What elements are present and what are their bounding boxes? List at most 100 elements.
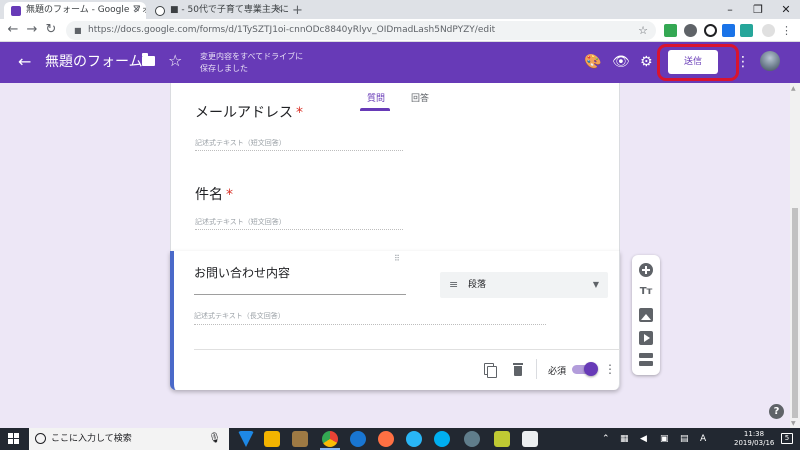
question-more-icon[interactable]: ⋮ [604,361,616,377]
palette-icon[interactable]: 🎨 [584,52,601,72]
chrome-menu-icon[interactable]: ⋮ [781,24,792,37]
extension-icon[interactable] [740,24,753,37]
taskbar-clock[interactable]: 11:38 2019/03/16 [734,430,774,448]
required-asterisk: * [226,187,233,203]
question-title-input[interactable]: お問い合わせ内容 [194,265,406,295]
cortana-icon [35,433,46,444]
add-section-icon[interactable] [639,353,653,366]
extension-icon[interactable] [722,24,735,37]
delete-trash-icon[interactable] [511,362,525,376]
extension-icon[interactable] [684,24,697,37]
photos-icon[interactable] [522,431,538,447]
scrollbar-thumb[interactable] [792,208,798,418]
clock-date: 2019/03/16 [734,439,775,447]
tab-title: ■ - 50代で子育て専業主夫になっ5 [170,5,288,15]
footer-separator [536,359,537,379]
notification-center-icon[interactable]: 5 [781,433,793,444]
add-question-icon[interactable] [639,263,653,277]
bookmark-star-icon[interactable]: ☆ [638,21,648,40]
add-video-icon[interactable] [639,331,653,345]
folder-icon[interactable] [142,53,155,66]
volume-icon[interactable]: ◀ [640,433,647,445]
duplicate-icon[interactable] [482,362,497,378]
question-title[interactable]: メールアドレス * [195,104,303,122]
avatar[interactable] [760,51,780,71]
paragraph-icon: ≡ [449,278,459,291]
edge-icon[interactable] [350,431,366,447]
ie-icon[interactable] [406,431,422,447]
chrome-icon[interactable] [322,431,338,447]
app-icon[interactable] [238,431,254,447]
network-icon[interactable]: ▦ [620,433,629,445]
tab-forms[interactable]: 無題のフォーム - Google フォーム ✕ [4,2,146,19]
forms-header: ← 無題のフォーム ☆ 変更内容をすべてドライブに保存しました 🎨 👁 ⚙ 送信… [0,42,800,83]
settings-gear-icon[interactable]: ⚙ [640,52,653,72]
scroll-up-icon[interactable]: ▲ [791,85,796,92]
long-answer-hint: 記述式テキスト（長文回答） [194,311,546,325]
address-bar[interactable]: ■ https://docs.google.com/forms/d/1TySZT… [66,21,656,40]
tab-title: 無題のフォーム - Google フォーム [26,5,146,15]
dropdown-caret-icon: ▼ [592,280,599,289]
back-button[interactable]: ← [4,21,22,39]
skype-icon[interactable] [434,431,450,447]
windows-taskbar: ここに入力して検索 🎙 ⌃ ▦ ◀ ▣ ▤ A 11:38 2019/03/16… [0,428,800,450]
more-options-icon[interactable]: ⋮ [736,52,750,72]
profile-icon[interactable] [762,24,775,37]
form-title[interactable]: 無題のフォーム [45,53,143,71]
ime-icon[interactable]: ▣ [660,433,669,445]
question-card: メールアドレス * 記述式テキスト（短文回答） 件名 * 記述式テキスト（短文回答） [170,105,620,251]
send-highlight-annotation [657,44,739,81]
reload-button[interactable]: ↻ [42,21,60,39]
toggle-knob [584,362,598,376]
short-answer-hint: 記述式テキスト（短文回答） [195,217,403,230]
star-icon[interactable]: ☆ [168,51,182,71]
browser-toolbar: ← → ↻ ■ https://docs.google.com/forms/d/… [0,19,800,42]
browser-tab-strip: 無題のフォーム - Google フォーム ✕ ■ - 50代で子育て専業主夫に… [0,0,800,19]
app-icon[interactable] [464,431,480,447]
save-status: 変更内容をすべてドライブに保存しました [200,52,304,73]
forms-favicon-icon [11,6,21,16]
close-window-button[interactable]: ✕ [772,0,800,19]
add-title-icon[interactable]: Tт [639,285,653,299]
restore-button[interactable]: ❐ [744,0,772,19]
ime-mode-icon[interactable]: A [700,433,706,445]
address-url: https://docs.google.com/forms/d/1TySZTJ1… [88,25,496,35]
question-title[interactable]: 件名 * [195,186,233,204]
required-label: 必須 [548,367,567,377]
lock-icon: ■ [74,26,82,35]
search-placeholder: ここに入力して検索 [51,434,132,444]
tab-blog[interactable]: ■ - 50代で子育て専業主夫になっ5 ✕ [148,2,288,19]
back-arrow-icon[interactable]: ← [18,52,31,72]
tab-responses[interactable]: 回答 [411,91,429,104]
question-type-label: 段落 [468,280,487,290]
add-image-icon[interactable] [639,308,653,322]
active-question-card[interactable]: ⠿ お問い合わせ内容 ≡ 段落 ▼ 記述式テキスト（長文回答） 必須 ⋮ [170,251,620,390]
windows-start-icon[interactable] [8,433,20,445]
app-icon[interactable] [292,431,308,447]
tray-expand-icon[interactable]: ⌃ [602,433,610,445]
question-type-select[interactable]: ≡ 段落 ▼ [440,272,608,298]
help-icon[interactable]: ? [769,404,784,419]
short-answer-hint: 記述式テキスト（短文回答） [195,138,403,151]
tab-questions[interactable]: 質問 [367,91,385,104]
taskbar-search-input[interactable]: ここに入力して検索 🎙 [29,428,229,450]
required-asterisk: * [296,105,303,121]
firefox-icon[interactable] [378,431,394,447]
preview-eye-icon[interactable]: 👁 [612,52,630,72]
required-toggle[interactable] [572,362,598,376]
minimize-button[interactable]: – [716,0,744,19]
tab-close-icon[interactable]: ✕ [132,2,140,19]
site-favicon-icon [155,6,165,16]
scroll-down-icon[interactable]: ▼ [791,420,796,427]
clock-time: 11:38 [743,430,765,438]
extension-icon[interactable] [664,24,677,37]
tab-close-icon[interactable]: ✕ [274,2,282,19]
keyboard-icon[interactable]: ▤ [680,433,689,445]
extension-icon[interactable] [704,24,717,37]
file-explorer-icon[interactable] [264,431,280,447]
app-icon[interactable] [494,431,510,447]
microphone-icon[interactable]: 🎙 [208,428,221,450]
forward-button[interactable]: → [23,21,41,39]
drag-handle-icon[interactable]: ⠿ [394,254,400,263]
new-tab-button[interactable]: + [292,2,303,19]
